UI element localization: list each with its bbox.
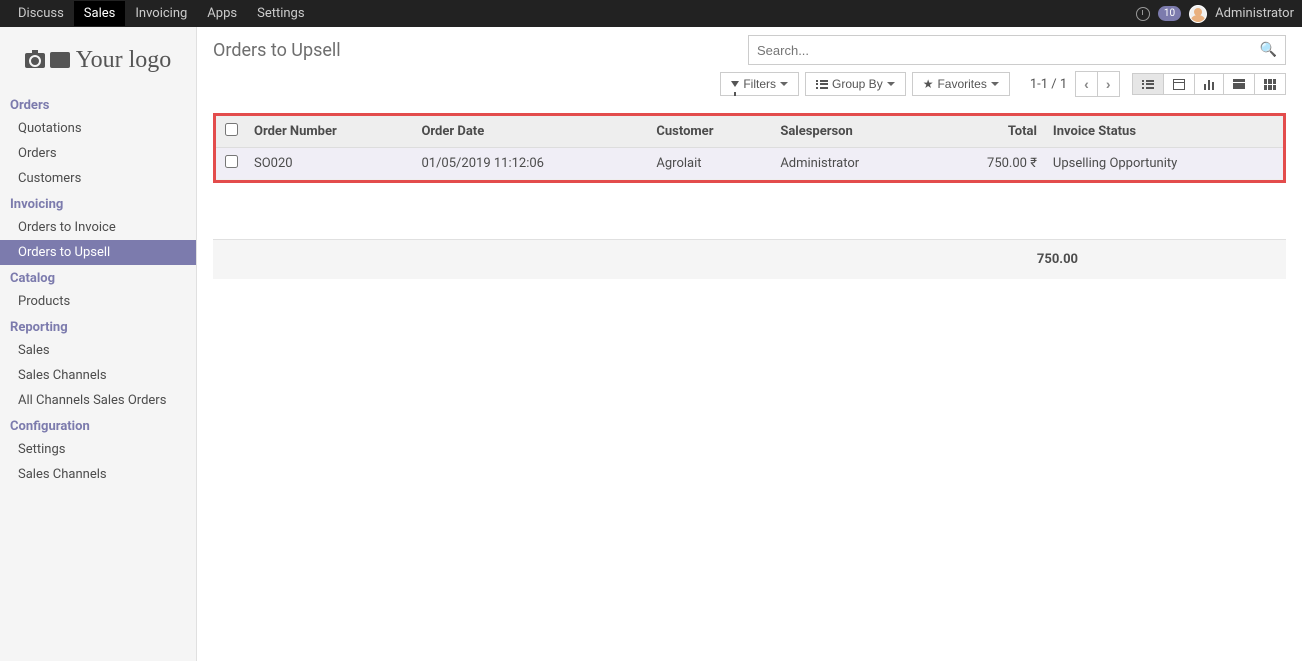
- messages-badge[interactable]: 10: [1158, 6, 1181, 21]
- sidebar-item-quotations[interactable]: Quotations: [0, 116, 196, 141]
- menu-header-configuration[interactable]: Configuration: [0, 413, 196, 437]
- col-invoice-status[interactable]: Invoice Status: [1045, 116, 1283, 148]
- sidebar-item-customers[interactable]: Customers: [0, 166, 196, 191]
- sidebar-item-sales-channels-report[interactable]: Sales Channels: [0, 363, 196, 388]
- nav-apps[interactable]: Apps: [197, 1, 247, 26]
- username-label[interactable]: Administrator: [1215, 6, 1294, 21]
- col-order-number[interactable]: Order Number: [246, 116, 413, 148]
- calendar-icon: [1173, 79, 1185, 90]
- sidebar-item-sales-report[interactable]: Sales: [0, 338, 196, 363]
- groupby-button[interactable]: Group By: [805, 72, 906, 96]
- pager-text: 1-1 / 1: [1030, 77, 1067, 92]
- sidebar-item-orders-to-invoice[interactable]: Orders to Invoice: [0, 215, 196, 240]
- page-title: Orders to Upsell: [213, 40, 341, 61]
- view-pivot-button[interactable]: [1223, 73, 1255, 95]
- view-switcher: [1132, 73, 1287, 95]
- footer-total-value: 750.00: [451, 252, 1278, 267]
- logo[interactable]: Your logo: [0, 37, 196, 92]
- sidebar: Your logo Orders Quotations Orders Custo…: [0, 27, 197, 661]
- col-order-date[interactable]: Order Date: [413, 116, 648, 148]
- pivot-icon: [1233, 79, 1245, 89]
- pager: 1-1 / 1 ‹ ›: [1030, 71, 1120, 97]
- search-box[interactable]: 🔍: [748, 35, 1286, 65]
- sidebar-item-config-settings[interactable]: Settings: [0, 437, 196, 462]
- view-graph-button[interactable]: [1194, 73, 1225, 95]
- menu-header-reporting[interactable]: Reporting: [0, 314, 196, 338]
- col-salesperson[interactable]: Salesperson: [772, 116, 933, 148]
- sidebar-item-all-channels[interactable]: All Channels Sales Orders: [0, 388, 196, 413]
- sidebar-item-orders-to-upsell[interactable]: Orders to Upsell: [0, 240, 196, 265]
- row-checkbox[interactable]: [225, 155, 238, 168]
- nav-sales[interactable]: Sales: [74, 1, 126, 26]
- col-total[interactable]: Total: [933, 116, 1045, 148]
- top-navbar: Discuss Sales Invoicing Apps Settings 10…: [0, 0, 1302, 27]
- nav-items: Discuss Sales Invoicing Apps Settings: [8, 1, 315, 26]
- nav-discuss[interactable]: Discuss: [8, 1, 74, 26]
- list-icon: [1142, 80, 1154, 89]
- cell-order-date: 01/05/2019 11:12:06: [413, 148, 648, 180]
- menu-header-invoicing[interactable]: Invoicing: [0, 191, 196, 215]
- table-header-row: Order Number Order Date Customer Salespe…: [216, 116, 1283, 148]
- cell-invoice-status: Upselling Opportunity: [1045, 148, 1283, 180]
- camera-icon: [25, 53, 45, 68]
- view-list-button[interactable]: [1132, 73, 1164, 95]
- search-icon[interactable]: 🔍: [1260, 42, 1277, 58]
- pager-next-button[interactable]: ›: [1097, 71, 1120, 97]
- caret-icon: [780, 82, 788, 86]
- search-input[interactable]: [757, 43, 1260, 58]
- select-all-checkbox[interactable]: [225, 123, 238, 136]
- menu-header-orders[interactable]: Orders: [0, 92, 196, 116]
- caret-icon: [991, 82, 999, 86]
- activity-icon[interactable]: [1136, 7, 1150, 21]
- nav-settings[interactable]: Settings: [247, 1, 314, 26]
- filters-button[interactable]: Filters: [720, 72, 799, 96]
- orders-table: Order Number Order Date Customer Salespe…: [216, 116, 1283, 180]
- kanban-icon: [1264, 79, 1277, 90]
- table-row[interactable]: SO020 01/05/2019 11:12:06 Agrolait Admin…: [216, 148, 1283, 180]
- sidebar-item-products[interactable]: Products: [0, 289, 196, 314]
- cell-salesperson: Administrator: [772, 148, 933, 180]
- control-panel: Orders to Upsell 🔍 Filters: [197, 27, 1302, 105]
- filter-icon: [731, 81, 739, 87]
- sidebar-item-config-sales-channels[interactable]: Sales Channels: [0, 462, 196, 487]
- star-icon: ★: [923, 77, 934, 91]
- caret-icon: [887, 82, 895, 86]
- chart-icon: [1204, 78, 1215, 90]
- cell-customer: Agrolait: [648, 148, 772, 180]
- chevron-right-icon: ›: [1106, 76, 1111, 92]
- main-content: Orders to Upsell 🔍 Filters: [197, 27, 1302, 661]
- favorites-button[interactable]: ★ Favorites: [912, 72, 1010, 96]
- view-kanban-button[interactable]: [1254, 73, 1287, 95]
- table-footer: 750.00: [213, 239, 1286, 279]
- cell-order-number: SO020: [246, 148, 413, 180]
- nav-invoicing[interactable]: Invoicing: [125, 1, 197, 26]
- avatar[interactable]: [1189, 5, 1207, 23]
- pager-prev-button[interactable]: ‹: [1075, 71, 1098, 97]
- chevron-left-icon: ‹: [1084, 76, 1089, 92]
- groupby-icon: [816, 80, 828, 89]
- highlighted-table: Order Number Order Date Customer Salespe…: [213, 113, 1286, 183]
- cell-total: 750.00 ₹: [933, 148, 1045, 180]
- sidebar-item-orders[interactable]: Orders: [0, 141, 196, 166]
- menu-header-catalog[interactable]: Catalog: [0, 265, 196, 289]
- col-customer[interactable]: Customer: [648, 116, 772, 148]
- view-calendar-button[interactable]: [1163, 73, 1195, 95]
